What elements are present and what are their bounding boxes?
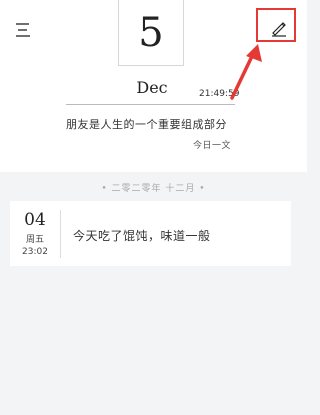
annotation-arrow (230, 44, 262, 100)
divider (66, 104, 235, 105)
entry-text: 今天吃了馄饨，味道一般 (73, 229, 211, 243)
day-number: 5 (138, 9, 164, 56)
diary-entry[interactable]: 04 周五 23:02 今天吃了馄饨，味道一般 (10, 201, 291, 266)
header-panel: 5 Dec 21:49:59 朋友是人生的一个重要组成部分 今日一文 (0, 0, 307, 172)
entry-date: 04 周五 23:02 (10, 201, 60, 266)
entry-day: 04 (24, 210, 46, 230)
pencil-icon[interactable] (268, 17, 290, 39)
month-section-header: • 二零二零年 十二月 • (101, 184, 206, 194)
menu-icon[interactable] (15, 22, 31, 38)
entry-time: 23:02 (22, 247, 48, 257)
date-card: 5 (118, 0, 184, 66)
daily-quote[interactable]: 朋友是人生的一个重要组成部分 (66, 116, 227, 132)
month-label: Dec (136, 78, 168, 97)
quote-source: 今日一文 (193, 141, 232, 151)
entry-weekday: 周五 (25, 235, 44, 245)
entry-separator (60, 210, 61, 258)
